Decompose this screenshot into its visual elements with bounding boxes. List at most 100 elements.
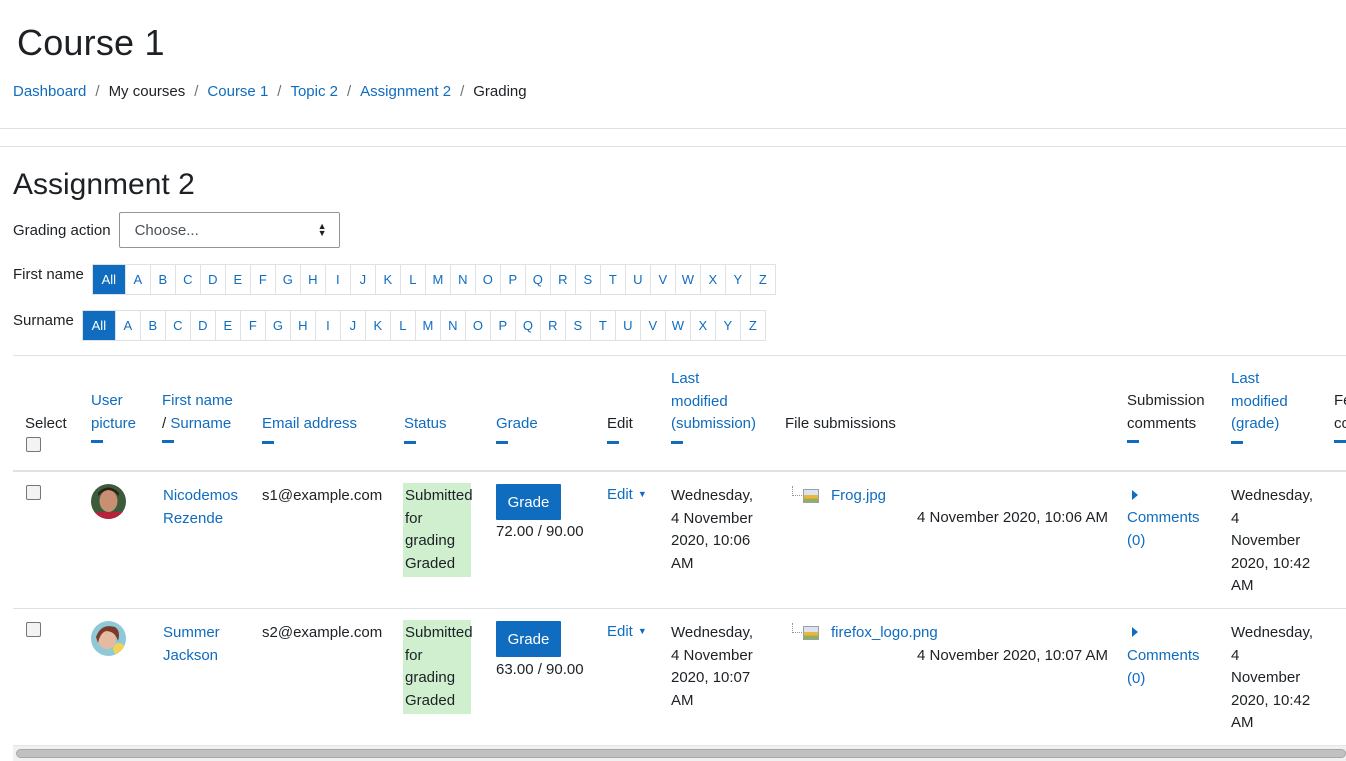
grading-action-select[interactable]: Choose... ▲ ▼	[118, 212, 340, 248]
first-name-initial-o[interactable]: O	[474, 265, 500, 294]
surname-initial-t[interactable]: T	[589, 311, 615, 340]
first-name-initial-all[interactable]: All	[92, 265, 125, 294]
breadcrumb-separator: /	[95, 83, 100, 100]
comments-link[interactable]: Comments (0)	[1127, 507, 1200, 552]
surname-initial-x[interactable]: X	[689, 311, 715, 340]
collapse-column-icon[interactable]	[262, 440, 274, 444]
surname-initial-n[interactable]: N	[439, 311, 465, 340]
file-link[interactable]: firefox_logo.png	[831, 622, 938, 645]
student-name-link[interactable]: Summer Jackson	[163, 622, 220, 667]
header-user-picture[interactable]: User picture	[91, 390, 136, 443]
surname-initial-w[interactable]: W	[664, 311, 690, 340]
email: s2@example.com	[262, 624, 383, 641]
surname-initial-l[interactable]: L	[389, 311, 415, 340]
first-name-initial-f[interactable]: F	[249, 265, 275, 294]
row-select-checkbox[interactable]	[26, 622, 41, 637]
first-name-initial-g[interactable]: G	[274, 265, 300, 294]
collapse-column-icon[interactable]	[162, 440, 174, 443]
surname-initial-b[interactable]: B	[139, 311, 165, 340]
first-name-initial-c[interactable]: C	[174, 265, 200, 294]
last-modified-grade: Wednesday, 4 November 2020, 10:42 AM	[1231, 622, 1313, 735]
first-name-initial-k[interactable]: K	[374, 265, 400, 294]
surname-initial-c[interactable]: C	[164, 311, 190, 340]
surname-initial-i[interactable]: I	[314, 311, 340, 340]
date-line: AM	[671, 691, 694, 709]
surname-initial-k[interactable]: K	[364, 311, 390, 340]
horizontal-scrollbar[interactable]	[13, 745, 1346, 761]
surname-initial-v[interactable]: V	[639, 311, 665, 340]
comments-count: (0)	[1127, 669, 1146, 687]
first-name-initial-a[interactable]: A	[124, 265, 150, 294]
surname-initial-all[interactable]: All	[82, 311, 115, 340]
expand-triangle-icon[interactable]	[1132, 490, 1138, 500]
first-name-initial-w[interactable]: W	[674, 265, 700, 294]
collapse-column-icon[interactable]	[91, 440, 103, 443]
first-name-initial-x[interactable]: X	[699, 265, 725, 294]
collapse-column-icon[interactable]	[671, 440, 683, 444]
sort-surname[interactable]: Surname	[170, 415, 231, 432]
first-name-initial-y[interactable]: Y	[724, 265, 750, 294]
header-last-modified-grade[interactable]: Last modified (grade)	[1231, 368, 1288, 444]
breadcrumb-course[interactable]: Course 1	[207, 83, 268, 100]
first-name-initial-d[interactable]: D	[199, 265, 225, 294]
first-name-initial-s[interactable]: S	[574, 265, 600, 294]
surname-initial-o[interactable]: O	[464, 311, 490, 340]
breadcrumb-assignment[interactable]: Assignment 2	[360, 83, 451, 100]
first-name-initial-l[interactable]: L	[399, 265, 425, 294]
grade-button[interactable]: Grade	[496, 484, 561, 520]
first-name-initial-p[interactable]: P	[499, 265, 525, 294]
select-all-checkbox[interactable]	[26, 437, 41, 452]
first-name-initial-t[interactable]: T	[599, 265, 625, 294]
header-email[interactable]: Email address	[262, 413, 357, 444]
breadcrumb-dashboard[interactable]: Dashboard	[13, 83, 86, 100]
file-link[interactable]: Frog.jpg	[831, 485, 886, 508]
sort-first-name[interactable]: First name	[162, 390, 233, 413]
surname-initial-z[interactable]: Z	[739, 311, 765, 340]
surname-initial-a[interactable]: A	[114, 311, 140, 340]
surname-initial-g[interactable]: G	[264, 311, 290, 340]
surname-initial-j[interactable]: J	[339, 311, 365, 340]
surname-initial-u[interactable]: U	[614, 311, 640, 340]
edit-menu[interactable]: Edit ▼	[607, 623, 647, 640]
surname-initial-h[interactable]: H	[289, 311, 315, 340]
first-name-initial-m[interactable]: M	[424, 265, 450, 294]
scrollbar-thumb[interactable]	[16, 749, 1346, 758]
collapse-column-icon[interactable]	[496, 440, 508, 444]
first-name-initial-v[interactable]: V	[649, 265, 675, 294]
first-name-initial-j[interactable]: J	[349, 265, 375, 294]
header-status[interactable]: Status	[404, 413, 447, 444]
collapse-column-icon[interactable]	[607, 440, 619, 444]
breadcrumb-topic[interactable]: Topic 2	[290, 83, 338, 100]
surname-initial-q[interactable]: Q	[514, 311, 540, 340]
collapse-column-icon[interactable]	[1334, 440, 1346, 443]
first-name-initial-n[interactable]: N	[449, 265, 475, 294]
first-name-initial-z[interactable]: Z	[749, 265, 775, 294]
status-line: for	[405, 646, 423, 664]
surname-initial-p[interactable]: P	[489, 311, 515, 340]
collapse-column-icon[interactable]	[1231, 440, 1243, 444]
first-name-initial-q[interactable]: Q	[524, 265, 550, 294]
header-last-modified-submission[interactable]: Last modified (submission)	[671, 368, 756, 444]
surname-initial-f[interactable]: F	[239, 311, 265, 340]
surname-initial-s[interactable]: S	[564, 311, 590, 340]
surname-initial-r[interactable]: R	[539, 311, 565, 340]
surname-initial-e[interactable]: E	[214, 311, 240, 340]
student-name-link[interactable]: Nicodemos Rezende	[163, 485, 238, 530]
surname-initial-m[interactable]: M	[414, 311, 440, 340]
edit-menu[interactable]: Edit ▼	[607, 486, 647, 503]
row-select-checkbox[interactable]	[26, 485, 41, 500]
surname-initial-y[interactable]: Y	[714, 311, 740, 340]
first-name-initial-b[interactable]: B	[149, 265, 175, 294]
comments-link[interactable]: Comments (0)	[1127, 645, 1200, 690]
header-grade[interactable]: Grade	[496, 413, 538, 444]
first-name-initial-r[interactable]: R	[549, 265, 575, 294]
first-name-initial-u[interactable]: U	[624, 265, 650, 294]
first-name-initial-e[interactable]: E	[224, 265, 250, 294]
first-name-initial-h[interactable]: H	[299, 265, 325, 294]
surname-initial-d[interactable]: D	[189, 311, 215, 340]
collapse-column-icon[interactable]	[404, 440, 416, 444]
collapse-column-icon[interactable]	[1127, 440, 1139, 443]
first-name-initial-i[interactable]: I	[324, 265, 350, 294]
grade-button[interactable]: Grade	[496, 621, 561, 657]
expand-triangle-icon[interactable]	[1132, 627, 1138, 637]
